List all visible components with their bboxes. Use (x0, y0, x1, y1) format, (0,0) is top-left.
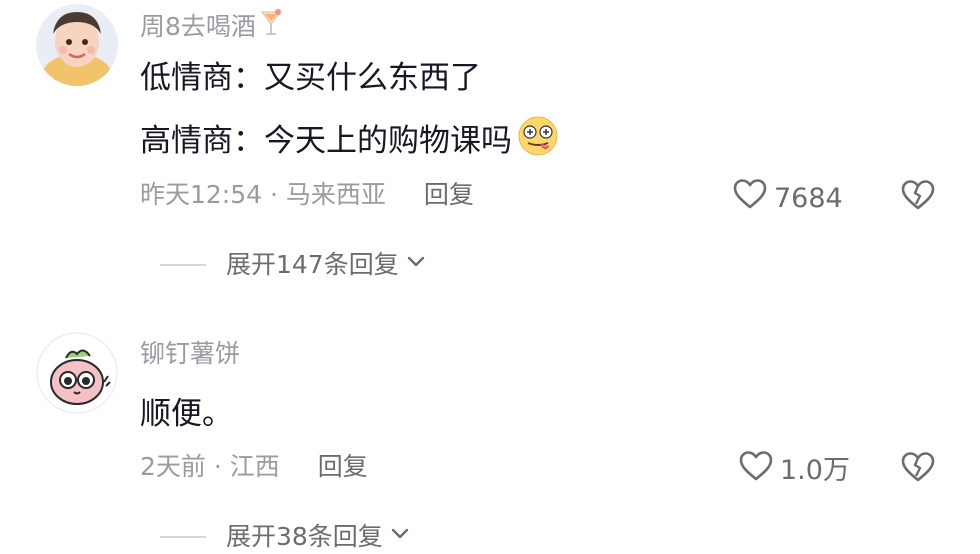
comment-text-line: 低情商：又买什么东西了 (140, 60, 481, 96)
divider (160, 536, 206, 538)
meta-separator: · (262, 180, 286, 209)
expand-replies-label: 展开38条回复 (226, 522, 383, 551)
comment-item: 周8去喝酒 低情商：又买什么东西了 高情商：今天上的购物课吗 昨天12:54 ·… (0, 0, 980, 300)
comment-time: 2天前 (140, 452, 206, 481)
username[interactable]: 铆钉薯饼 (140, 338, 240, 370)
comment-location: 江西 (229, 452, 280, 481)
username-text: 周8去喝酒 (140, 12, 256, 41)
broken-heart-icon (900, 452, 936, 488)
comment-meta: 2天前 · 江西 回复 (140, 450, 368, 484)
comment-time: 昨天12:54 (140, 180, 263, 209)
broken-heart-icon (900, 180, 936, 216)
reply-button[interactable]: 回复 (424, 178, 474, 212)
comment-location: 马来西亚 (285, 180, 386, 209)
like-button[interactable]: 7684 (732, 178, 843, 219)
comment-meta: 昨天12:54 · 马来西亚 回复 (140, 178, 474, 212)
comment-text-line: 高情商：今天上的购物课吗 (140, 116, 560, 166)
expand-replies-button[interactable]: 展开38条回复 (160, 520, 411, 554)
expand-replies-button[interactable]: 展开147条回复 (160, 248, 427, 282)
comment-text: 高情商：今天上的购物课吗 (140, 123, 512, 159)
expand-replies-label: 展开147条回复 (226, 250, 399, 279)
avatar[interactable] (36, 4, 118, 86)
dislike-button[interactable] (900, 450, 936, 484)
username[interactable]: 周8去喝酒 (140, 8, 282, 46)
comment-item: 铆钉薯饼 顺便。 2天前 · 江西 回复 1.0万 展开38条回复 (0, 320, 980, 551)
meta-separator: · (205, 452, 230, 481)
cocktail-icon (260, 8, 282, 46)
reply-button[interactable]: 回复 (318, 450, 368, 484)
comment-text-line: 顺便。 (140, 396, 233, 432)
silly-face-emoji-icon (516, 116, 560, 166)
heart-icon (732, 178, 768, 219)
chevron-down-icon (383, 520, 411, 554)
like-count: 1.0万 (780, 454, 850, 486)
username-text: 铆钉薯饼 (140, 339, 241, 368)
dislike-button[interactable] (900, 178, 936, 212)
like-count: 7684 (774, 182, 843, 214)
divider (160, 264, 206, 266)
like-button[interactable]: 1.0万 (738, 450, 850, 491)
heart-icon (738, 450, 774, 491)
avatar[interactable] (36, 332, 118, 414)
chevron-down-icon (399, 248, 427, 282)
